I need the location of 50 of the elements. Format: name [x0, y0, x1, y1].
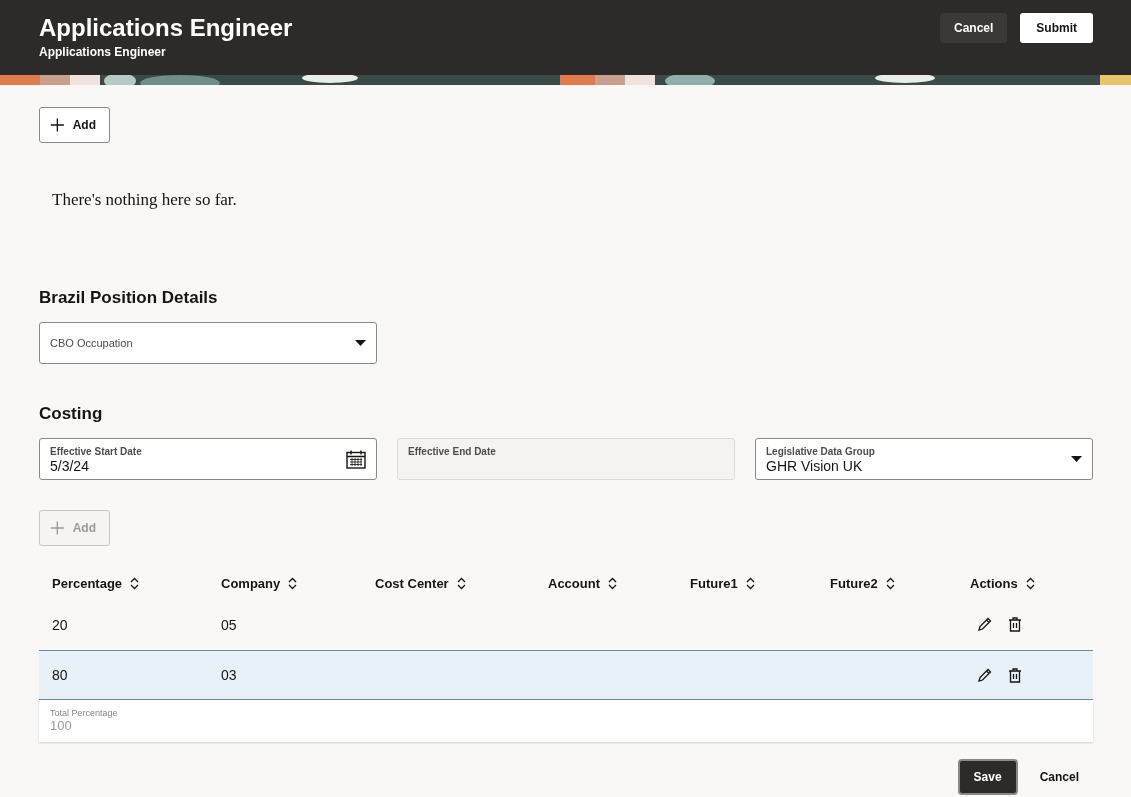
- table-row[interactable]: 80 03: [39, 650, 1093, 700]
- page-title: Applications Engineer: [39, 14, 293, 42]
- select-field[interactable]: Legislative Data Group GHR Vision UK: [755, 438, 1093, 480]
- edit-icon[interactable]: [977, 667, 992, 683]
- delete-icon[interactable]: [1008, 667, 1022, 683]
- empty-message: There's nothing here so far.: [52, 190, 238, 210]
- field-value: GHR Vision UK: [766, 458, 864, 474]
- field-value: 5/3/24: [50, 458, 90, 474]
- field-value: 100: [50, 718, 73, 733]
- column-header[interactable]: Percentage: [52, 575, 123, 591]
- table-cell: 20: [52, 616, 68, 633]
- section-heading: Costing: [39, 404, 104, 424]
- table-cell: 05: [221, 616, 237, 633]
- dropdown-icon: [355, 340, 366, 346]
- column-header[interactable]: Actions: [970, 575, 1018, 591]
- save-button[interactable]: Save: [957, 759, 1018, 795]
- sort-icon[interactable]: [1025, 576, 1035, 590]
- column-header[interactable]: Future2: [830, 575, 878, 591]
- dropdown-icon: [1071, 456, 1082, 462]
- field-label: Legislative Data Group: [766, 446, 875, 457]
- plus-icon: [50, 116, 65, 134]
- sort-icon[interactable]: [885, 576, 895, 590]
- cancel-button[interactable]: Cancel: [939, 13, 1008, 43]
- calendar-icon: [346, 449, 366, 469]
- table-cell: 03: [221, 667, 237, 683]
- column-header[interactable]: Account: [548, 575, 600, 591]
- field-label: Effective Start Date: [50, 446, 142, 457]
- edit-icon[interactable]: [977, 617, 992, 632]
- field-label: CBO Occupation: [50, 337, 133, 349]
- column-header[interactable]: Cost Center: [375, 575, 449, 591]
- column-header[interactable]: Future1: [690, 575, 738, 591]
- column-header[interactable]: Company: [221, 575, 281, 591]
- sort-icon[interactable]: [745, 576, 755, 590]
- date-field[interactable]: Effective Start Date 5/3/24: [39, 438, 377, 480]
- table-cell: 80: [52, 667, 68, 683]
- sort-icon[interactable]: [608, 576, 617, 590]
- page-subtitle: Applications Engineer: [39, 45, 167, 59]
- sort-icon[interactable]: [288, 576, 298, 590]
- table-row[interactable]: 20 05: [39, 600, 1093, 650]
- occupation-select[interactable]: CBO Occupation: [39, 322, 377, 364]
- add-button[interactable]: Add: [39, 107, 110, 143]
- delete-icon[interactable]: [1008, 617, 1022, 632]
- cancel-button[interactable]: Cancel: [1025, 759, 1093, 795]
- submit-button[interactable]: Submit: [1020, 13, 1093, 43]
- sort-icon[interactable]: [456, 576, 466, 590]
- field-label: Total Percentage: [50, 708, 119, 718]
- plus-icon: [50, 519, 65, 537]
- section-heading: Brazil Position Details: [39, 288, 219, 308]
- field-label: Effective End Date: [408, 446, 496, 457]
- sort-icon[interactable]: [130, 576, 140, 590]
